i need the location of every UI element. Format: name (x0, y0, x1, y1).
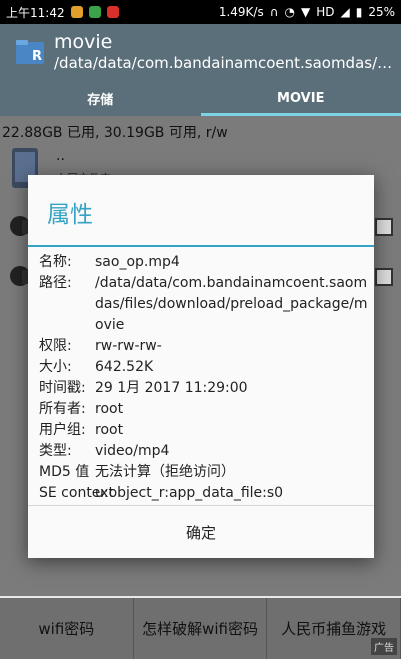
prop-value: 无法计算（拒绝访问） (95, 464, 235, 480)
prop-key: MD5 值 (39, 464, 90, 480)
prop-size: 大小: 642.52K (39, 357, 369, 378)
notification-icon-weibo (106, 6, 119, 18)
prop-key: 所有者: (39, 401, 86, 417)
notification-icon-app (88, 6, 101, 18)
prop-owner: 所有者: root (39, 399, 369, 420)
prop-value: root (95, 422, 124, 438)
properties-list: 名称: sao_op.mp4 路径: /data/data/com.bandai… (39, 252, 369, 504)
prop-key: 名称: (39, 254, 72, 270)
prop-key: SE context (39, 485, 114, 501)
prop-permissions: 权限: rw-rw-rw- (39, 336, 369, 357)
dialog-title-divider (28, 245, 374, 247)
prop-key: 用户组: (39, 422, 86, 438)
prop-key: 时间戳: (39, 380, 86, 396)
tab-storage[interactable]: 存储 (0, 80, 201, 116)
app-toolbar: R movie /data/data/com.bandainamcoent.sa… (0, 24, 401, 80)
prop-md5: MD5 值 无法计算（拒绝访问） (39, 462, 369, 483)
select-checkbox[interactable] (375, 218, 393, 236)
ok-button[interactable]: 确定 (28, 506, 374, 558)
ad-button-wifi-password[interactable]: wifi密码 (0, 598, 134, 659)
status-bar: 上午11:42 1.49K/s ∩ ◔ ▼ HD ◢ ▮ 25% (0, 0, 401, 24)
battery-level: 25% (368, 5, 395, 19)
prop-value: u:object_r:app_data_file:s0 (95, 485, 284, 501)
prop-value: video/mp4 (95, 443, 170, 459)
prop-value: rw-rw-rw- (95, 338, 162, 354)
prop-group: 用户组: root (39, 420, 369, 441)
app-logo-icon[interactable]: R (14, 36, 46, 68)
tab-bar: 存储 MOVIE (0, 80, 401, 116)
svg-text:R: R (32, 49, 42, 64)
prop-type: 类型: video/mp4 (39, 441, 369, 462)
prop-key: 权限: (39, 338, 72, 354)
wifi-icon: ▼ (300, 5, 311, 19)
storage-info: 22.88GB 已用, 30.19GB 可用, r/w (2, 125, 228, 141)
network-speed: 1.49K/s (218, 5, 264, 19)
prop-key: 大小: (39, 359, 72, 375)
prop-value: root (95, 401, 124, 417)
prop-key: 路径: (39, 275, 72, 291)
properties-dialog: 属性 名称: sao_op.mp4 路径: /data/data/com.ban… (28, 175, 374, 558)
prop-path: 路径: /data/data/com.bandainamcoent.saomda… (39, 273, 369, 336)
headset-icon: ∩ (269, 5, 279, 19)
prop-key: 类型: (39, 443, 72, 459)
battery-icon: ▮ (355, 5, 363, 19)
dialog-title: 属性 (47, 202, 93, 228)
parent-folder-label: .. (56, 148, 65, 164)
alarm-icon: ◔ (284, 5, 295, 19)
folder-title: movie (54, 31, 113, 53)
ad-bar: wifi密码 怎样破解wifi密码 人民币捕鱼游戏 广告 (0, 598, 401, 659)
ad-badge: 广告 (371, 638, 397, 655)
prop-value: 642.52K (95, 359, 154, 375)
notification-icon-game (70, 6, 83, 18)
signal-icon: ◢ (340, 5, 350, 19)
status-time: 上午11:42 (6, 5, 65, 20)
prop-value: sao_op.mp4 (95, 254, 180, 270)
ad-button-crack-wifi[interactable]: 怎样破解wifi密码 (134, 598, 268, 659)
prop-value: 29 1月 2017 11:29:00 (95, 380, 248, 396)
select-checkbox[interactable] (375, 268, 393, 286)
folder-path: /data/data/com.bandainamcoent.saomdas/fi… (54, 54, 394, 72)
prop-value: /data/data/com.bandainamcoent.saomdas/fi… (95, 275, 368, 333)
prop-se-context: SE context u:object_r:app_data_file:s0 (39, 483, 369, 504)
prop-timestamp: 时间戳: 29 1月 2017 11:29:00 (39, 378, 369, 399)
hd-indicator: HD (316, 5, 335, 19)
prop-name: 名称: sao_op.mp4 (39, 252, 369, 273)
tab-movie[interactable]: MOVIE (200, 80, 401, 116)
